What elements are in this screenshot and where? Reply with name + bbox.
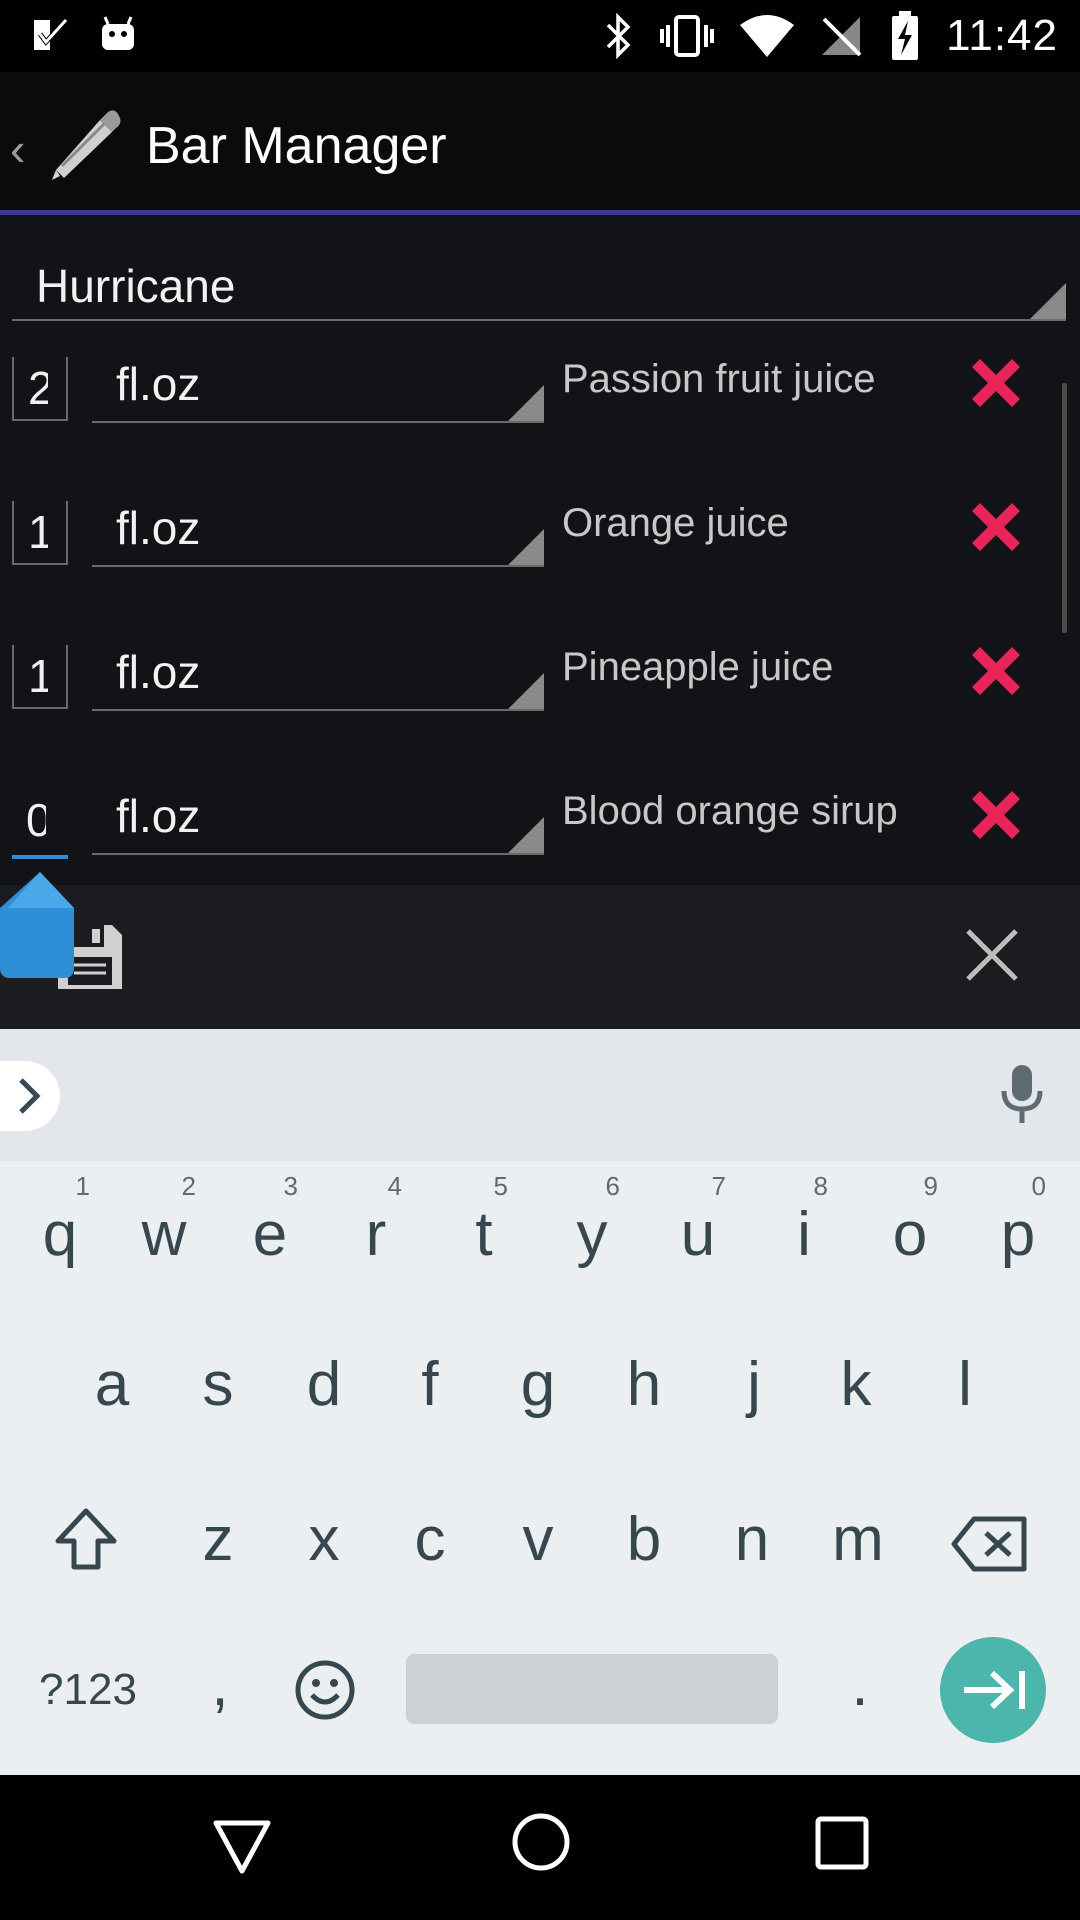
ingredient-name[interactable]: Passion fruit juice — [562, 357, 875, 402]
cocktail-name: Hurricane — [36, 260, 236, 312]
key-o[interactable]: o9 — [888, 1171, 938, 1270]
key-b[interactable]: b — [620, 1504, 668, 1575]
scrollbar[interactable] — [1062, 383, 1067, 633]
key-f[interactable]: f — [410, 1349, 450, 1420]
tab-next-icon — [964, 1670, 1025, 1710]
key-d[interactable]: d — [302, 1349, 346, 1420]
ingredient-name[interactable]: Blood orange sirup — [562, 789, 898, 834]
ingredient-row: 2 fl.oz Passion fruit juice — [0, 327, 1080, 471]
back-triangle-icon[interactable] — [210, 1815, 274, 1879]
ingredient-row: 0 fl.oz Blood orange sirup — [0, 759, 1080, 885]
wifi-icon — [740, 15, 795, 57]
quantity-input-focused[interactable]: 0 — [12, 789, 68, 859]
symbols-key[interactable]: ?123 — [28, 1665, 148, 1715]
key-p[interactable]: p0 — [996, 1171, 1046, 1270]
quantity-input[interactable]: 2 — [12, 357, 68, 421]
delete-icon[interactable] — [966, 641, 1026, 701]
dropdown-triangle-icon — [508, 385, 544, 421]
key-c[interactable]: c — [410, 1504, 450, 1575]
ingredient-name[interactable]: Orange juice — [562, 501, 789, 546]
delete-icon[interactable] — [966, 785, 1026, 845]
unit-label: fl.oz — [116, 646, 201, 698]
enter-key[interactable] — [940, 1637, 1046, 1743]
ingredient-row: 1 fl.oz Orange juice — [0, 471, 1080, 615]
key-x[interactable]: x — [302, 1504, 346, 1575]
vibrate-icon — [660, 15, 715, 57]
unit-spinner[interactable]: fl.oz — [92, 347, 544, 423]
expand-arrow-icon[interactable] — [0, 1061, 60, 1131]
close-icon[interactable] — [964, 927, 1020, 983]
recents-square-icon[interactable] — [814, 1815, 870, 1871]
unit-label: fl.oz — [116, 790, 201, 842]
navigation-bar — [0, 1775, 1080, 1920]
back-arrow-icon[interactable]: ‹ — [10, 122, 25, 176]
battery-charging-icon — [892, 11, 919, 60]
key-l[interactable]: l — [950, 1349, 980, 1420]
key-y[interactable]: y6 — [570, 1171, 621, 1270]
key-i[interactable]: i8 — [786, 1171, 828, 1270]
key-k[interactable]: k — [834, 1349, 878, 1420]
ingredient-name[interactable]: Pineapple juice — [562, 645, 833, 690]
emoji-icon[interactable] — [294, 1659, 356, 1721]
bluetooth-icon — [606, 13, 631, 59]
unit-spinner[interactable]: fl.oz — [92, 779, 544, 855]
unit-spinner[interactable]: fl.oz — [92, 491, 544, 567]
unit-label: fl.oz — [116, 502, 201, 554]
key-h[interactable]: h — [620, 1349, 668, 1420]
pencil-icon[interactable] — [44, 104, 124, 184]
key-w[interactable]: w2 — [138, 1171, 196, 1270]
quantity-input[interactable]: 1 — [12, 645, 68, 709]
key-n[interactable]: n — [728, 1504, 776, 1575]
action-bar: ‹ Bar Manager — [0, 72, 1080, 210]
clock: 11:42 — [946, 11, 1058, 60]
text-cursor-handle[interactable] — [0, 872, 74, 978]
delete-icon[interactable] — [966, 353, 1026, 413]
home-circle-icon[interactable] — [510, 1811, 572, 1873]
space-bar[interactable] — [406, 1654, 778, 1724]
key-z[interactable]: z — [196, 1504, 240, 1575]
key-s[interactable]: s — [196, 1349, 240, 1420]
status-bar: 11:42 — [0, 0, 1080, 72]
key-u[interactable]: u7 — [676, 1171, 726, 1270]
key-r[interactable]: r4 — [356, 1171, 402, 1270]
ingredient-row: 1 fl.oz Pineapple juice — [0, 615, 1080, 759]
key-comma[interactable]: , — [208, 1649, 232, 1720]
dropdown-triangle-icon — [1030, 283, 1066, 319]
suggestion-strip — [0, 1029, 1080, 1161]
key-period[interactable]: . — [850, 1649, 870, 1720]
key-t[interactable]: t5 — [466, 1171, 508, 1270]
soft-keyboard: q1 w2 e3 r4 t5 y6 u7 i8 o9 p0 a s d f g … — [0, 1029, 1080, 1775]
key-g[interactable]: g — [514, 1349, 562, 1420]
microphone-icon[interactable] — [996, 1063, 1048, 1127]
shift-icon[interactable] — [52, 1505, 120, 1573]
quantity-input[interactable]: 1 — [12, 501, 68, 565]
unit-spinner[interactable]: fl.oz — [92, 635, 544, 711]
no-signal-icon — [822, 17, 862, 57]
key-e[interactable]: e3 — [248, 1171, 298, 1270]
dropdown-triangle-icon — [508, 817, 544, 853]
key-a[interactable]: a — [90, 1349, 134, 1420]
task-check-icon — [34, 18, 68, 50]
page-title: Bar Manager — [146, 117, 447, 175]
key-q[interactable]: q1 — [36, 1171, 90, 1270]
bottom-actions — [0, 885, 1080, 1029]
cocktail-editor: Hurricane 2 fl.oz Passion fruit juice 1 … — [0, 215, 1080, 885]
backspace-icon[interactable] — [950, 1515, 1030, 1573]
chevron-right-icon — [19, 1078, 41, 1114]
key-j[interactable]: j — [736, 1349, 772, 1420]
cocktail-name-spinner[interactable]: Hurricane — [12, 247, 1066, 321]
dropdown-triangle-icon — [508, 673, 544, 709]
unit-label: fl.oz — [116, 358, 201, 410]
dropdown-triangle-icon — [508, 529, 544, 565]
key-m[interactable]: m — [826, 1504, 890, 1575]
delete-icon[interactable] — [966, 497, 1026, 557]
android-icon — [102, 16, 134, 50]
key-v[interactable]: v — [514, 1504, 562, 1575]
